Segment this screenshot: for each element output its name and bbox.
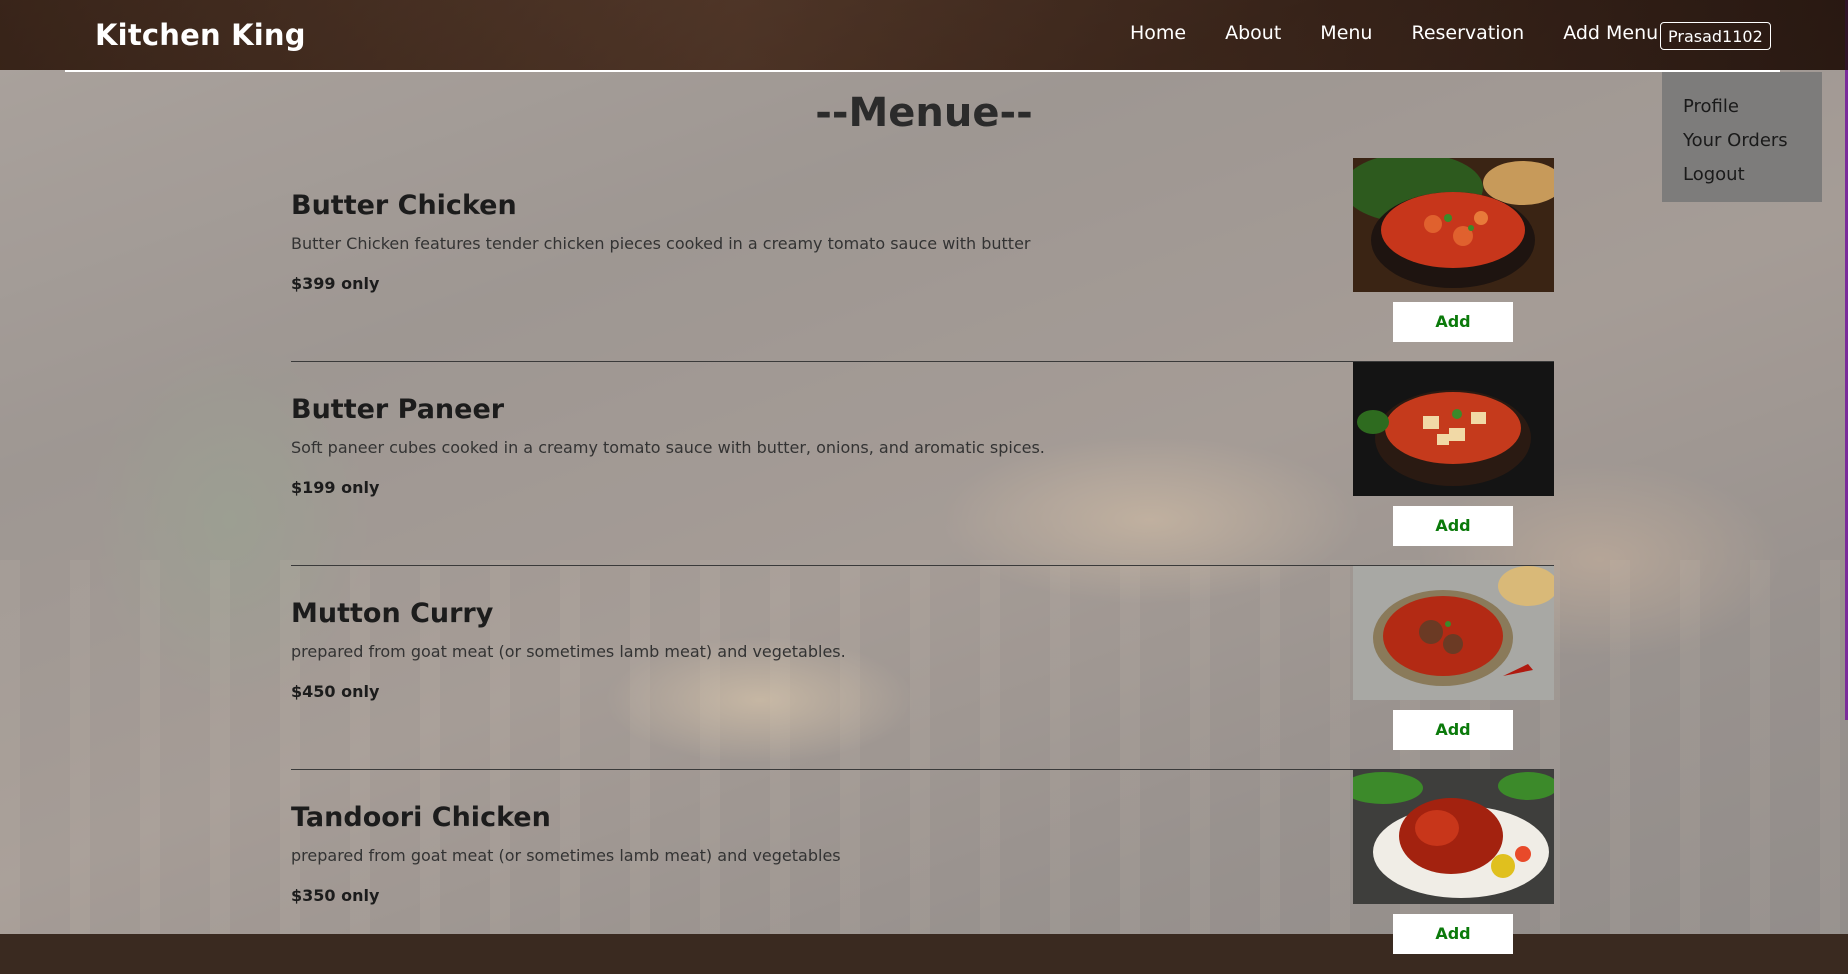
menu-item: Butter Chicken Butter Chicken features t…: [291, 158, 1554, 362]
nav-link-reservation[interactable]: Reservation: [1411, 22, 1524, 44]
item-description: Butter Chicken features tender chicken p…: [291, 234, 1031, 253]
food-image-tandoori-chicken: [1353, 770, 1554, 904]
add-button[interactable]: Add: [1393, 710, 1513, 750]
food-image-butter-chicken: [1353, 158, 1554, 292]
item-name: Tandoori Chicken: [291, 802, 551, 833]
item-description: Soft paneer cubes cooked in a creamy tom…: [291, 438, 1045, 457]
page-title: --Menue--: [815, 90, 1033, 136]
add-button[interactable]: Add: [1393, 506, 1513, 546]
nav-link-home[interactable]: Home: [1130, 22, 1186, 44]
dropdown-item-logout[interactable]: Logout: [1662, 158, 1822, 192]
nav-link-menu[interactable]: Menu: [1320, 22, 1372, 44]
item-name: Butter Chicken: [291, 190, 517, 221]
food-image-butter-paneer: [1353, 362, 1554, 496]
item-description: prepared from goat meat (or sometimes la…: [291, 846, 841, 865]
menu-item: Mutton Curry prepared from goat meat (or…: [291, 566, 1554, 770]
add-button[interactable]: Add: [1393, 914, 1513, 954]
item-price: $399 only: [291, 274, 380, 293]
item-price: $450 only: [291, 682, 380, 701]
menu-item: Butter Paneer Soft paneer cubes cooked i…: [291, 362, 1554, 566]
brand-logo[interactable]: Kitchen King: [95, 18, 306, 52]
add-button[interactable]: Add: [1393, 302, 1513, 342]
food-image-mutton-curry: [1353, 566, 1554, 700]
nav-links: Home About Menu Reservation Add Menu: [1130, 22, 1697, 44]
nav-link-add-menu[interactable]: Add Menu: [1563, 22, 1658, 44]
menu-item: Tandoori Chicken prepared from goat meat…: [291, 770, 1554, 974]
item-name: Butter Paneer: [291, 394, 505, 425]
user-menu-button[interactable]: Prasad1102: [1660, 22, 1771, 50]
item-name: Mutton Curry: [291, 598, 494, 629]
item-description: prepared from goat meat (or sometimes la…: [291, 642, 846, 661]
item-price: $350 only: [291, 886, 380, 905]
navbar-underline: [65, 70, 1780, 72]
navbar: Kitchen King Home About Menu Reservation…: [0, 0, 1848, 70]
item-price: $199 only: [291, 478, 380, 497]
nav-link-about[interactable]: About: [1225, 22, 1281, 44]
